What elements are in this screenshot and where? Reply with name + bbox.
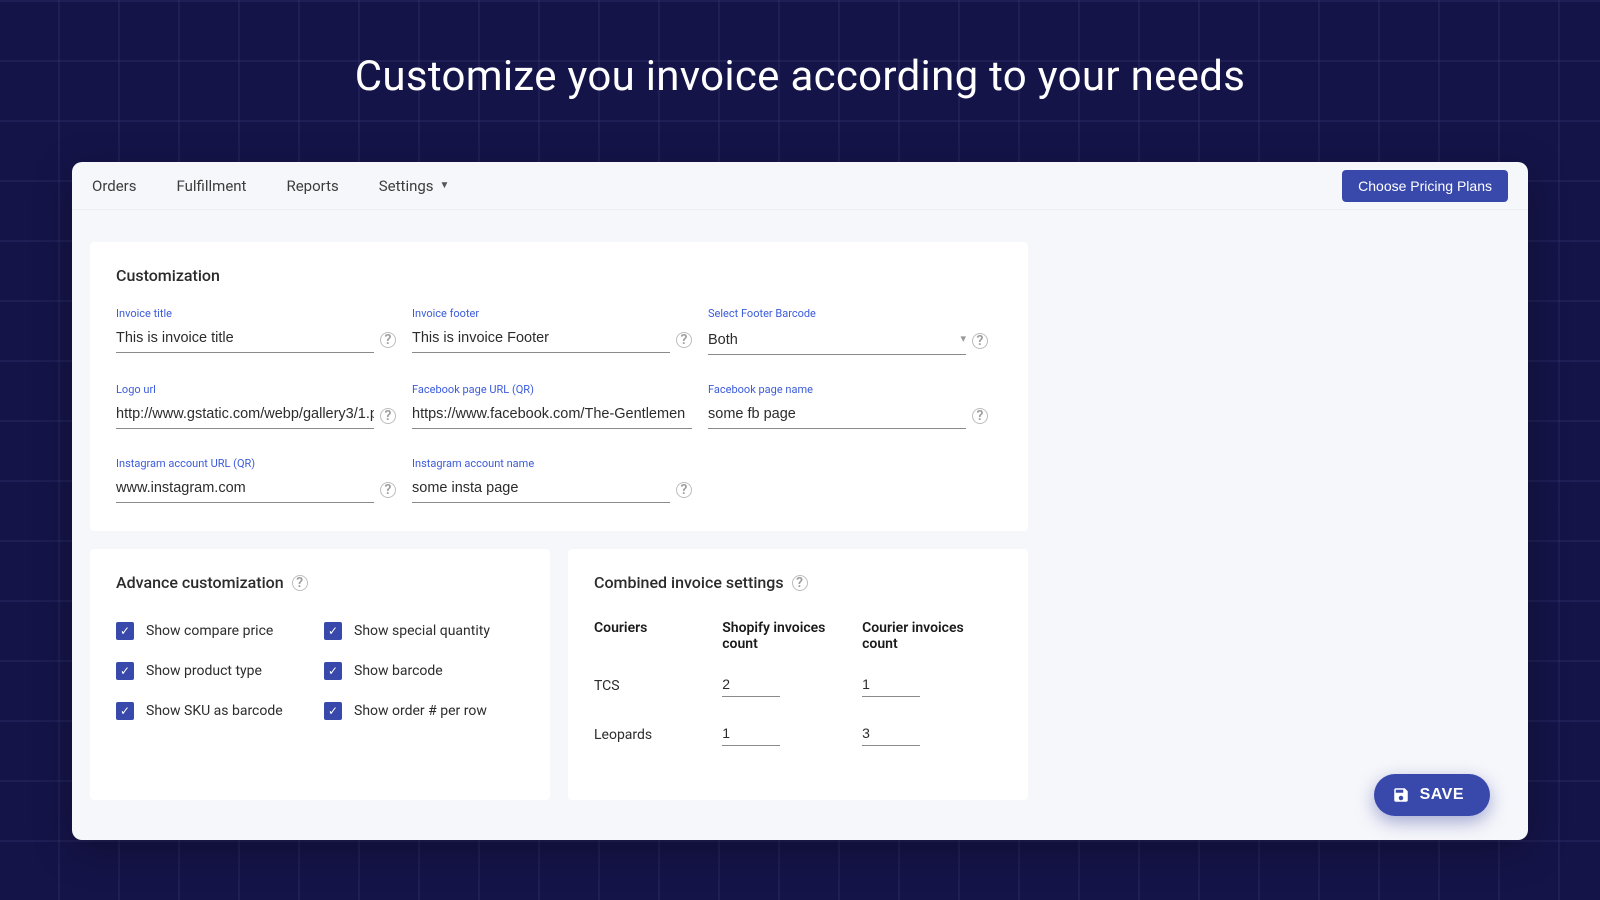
nav-fulfillment[interactable]: Fulfillment: [177, 177, 247, 195]
check-label: Show special quantity: [354, 623, 490, 639]
chevron-down-icon: ▼: [440, 180, 450, 191]
courier-name: Leopards: [594, 727, 722, 743]
customization-card: Customization Invoice title ? Invoice fo…: [90, 242, 1028, 531]
table-row: Leopards: [594, 723, 1002, 746]
save-button[interactable]: SAVE: [1374, 774, 1490, 816]
invoice-title-input[interactable]: [116, 326, 374, 353]
table-row: TCS: [594, 674, 1002, 697]
page-headline: Customize you invoice according to your …: [0, 0, 1600, 101]
fb-page-name-label: Facebook page name: [708, 383, 988, 396]
choose-pricing-plans-button[interactable]: Choose Pricing Plans: [1342, 170, 1508, 202]
help-icon[interactable]: ?: [292, 575, 308, 591]
help-icon[interactable]: ?: [792, 575, 808, 591]
col-couriers: Couriers: [594, 620, 722, 652]
check-label: Show product type: [146, 663, 262, 679]
check-product-type[interactable]: ✓ Show product type: [116, 662, 316, 680]
invoice-footer-label: Invoice footer: [412, 307, 692, 320]
app-window: Orders Fulfillment Reports Settings ▼ Ch…: [72, 162, 1528, 840]
fb-page-url-field: Facebook page URL (QR): [412, 383, 692, 429]
shopify-count-input[interactable]: [722, 674, 780, 697]
nav-orders[interactable]: Orders: [92, 177, 137, 195]
footer-barcode-select[interactable]: Both: [708, 326, 966, 355]
ig-url-label: Instagram account URL (QR): [116, 457, 396, 470]
fb-page-name-field: Facebook page name ?: [708, 383, 988, 429]
ig-url-field: Instagram account URL (QR) ?: [116, 457, 396, 503]
help-icon[interactable]: ?: [676, 332, 692, 348]
checkbox-checked-icon: ✓: [116, 622, 134, 640]
help-icon[interactable]: ?: [380, 482, 396, 498]
checkbox-checked-icon: ✓: [116, 702, 134, 720]
col-courier: Courier invoices count: [862, 620, 1002, 652]
help-icon[interactable]: ?: [972, 408, 988, 424]
check-barcode[interactable]: ✓ Show barcode: [324, 662, 524, 680]
help-icon[interactable]: ?: [380, 408, 396, 424]
ig-name-label: Instagram account name: [412, 457, 692, 470]
footer-barcode-field: Select Footer Barcode Both ?: [708, 307, 988, 355]
topbar: Orders Fulfillment Reports Settings ▼ Ch…: [72, 162, 1528, 210]
check-label: Show SKU as barcode: [146, 703, 283, 719]
invoice-footer-field: Invoice footer ?: [412, 307, 692, 355]
invoice-title-label: Invoice title: [116, 307, 396, 320]
check-label: Show order # per row: [354, 703, 487, 719]
checkbox-checked-icon: ✓: [116, 662, 134, 680]
footer-barcode-label: Select Footer Barcode: [708, 307, 988, 320]
check-order-per-row[interactable]: ✓ Show order # per row: [324, 702, 524, 720]
invoice-title-field: Invoice title ?: [116, 307, 396, 355]
courier-count-input[interactable]: [862, 674, 920, 697]
help-icon[interactable]: ?: [676, 482, 692, 498]
combined-title: Combined invoice settings ?: [594, 573, 1002, 592]
logo-url-label: Logo url: [116, 383, 396, 396]
advance-customization-card: Advance customization ? ✓ Show compare p…: [90, 549, 550, 800]
invoice-footer-input[interactable]: [412, 326, 670, 353]
help-icon[interactable]: ?: [380, 332, 396, 348]
check-compare-price[interactable]: ✓ Show compare price: [116, 622, 316, 640]
nav-settings-label: Settings: [379, 177, 434, 195]
content-area: Customization Invoice title ? Invoice fo…: [72, 210, 1528, 840]
fb-page-name-input[interactable]: [708, 402, 966, 429]
help-icon[interactable]: ?: [972, 333, 988, 349]
ig-url-input[interactable]: [116, 476, 374, 503]
save-icon: [1392, 786, 1410, 804]
check-sku-barcode[interactable]: ✓ Show SKU as barcode: [116, 702, 316, 720]
courier-count-input[interactable]: [862, 723, 920, 746]
checkbox-checked-icon: ✓: [324, 662, 342, 680]
shopify-count-input[interactable]: [722, 723, 780, 746]
nav-reports[interactable]: Reports: [286, 177, 338, 195]
check-label: Show barcode: [354, 663, 443, 679]
ig-name-input[interactable]: [412, 476, 670, 503]
checkbox-checked-icon: ✓: [324, 622, 342, 640]
combined-invoice-card: Combined invoice settings ? Couriers Sho…: [568, 549, 1028, 800]
checkbox-checked-icon: ✓: [324, 702, 342, 720]
customization-title: Customization: [116, 266, 1002, 285]
courier-name: TCS: [594, 678, 722, 694]
logo-url-input[interactable]: [116, 402, 374, 429]
logo-url-field: Logo url ?: [116, 383, 396, 429]
fb-page-url-input[interactable]: [412, 402, 692, 429]
fb-page-url-label: Facebook page URL (QR): [412, 383, 692, 396]
save-button-label: SAVE: [1420, 786, 1464, 804]
check-special-quantity[interactable]: ✓ Show special quantity: [324, 622, 524, 640]
ig-name-field: Instagram account name ?: [412, 457, 692, 503]
advance-title: Advance customization ?: [116, 573, 524, 592]
table-header: Couriers Shopify invoices count Courier …: [594, 620, 1002, 652]
col-shopify: Shopify invoices count: [722, 620, 862, 652]
nav-settings[interactable]: Settings ▼: [379, 177, 450, 195]
check-label: Show compare price: [146, 623, 273, 639]
